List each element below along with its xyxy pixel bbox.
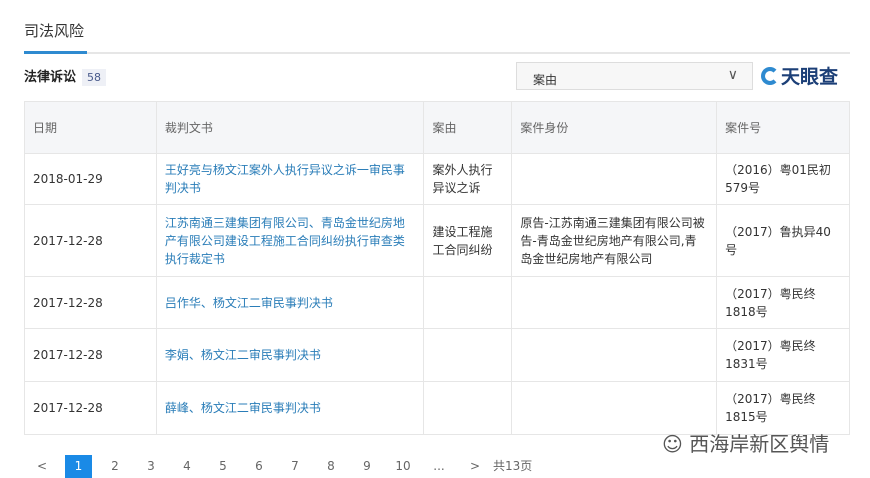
- cell-cause: [423, 276, 513, 329]
- watermark: ☺ 西海岸新区舆情: [662, 432, 830, 456]
- cell-role: [511, 328, 718, 382]
- tab-bar: 司法风险: [24, 0, 850, 54]
- cell-cause: [423, 328, 513, 382]
- pager-ellipsis: ...: [433, 459, 445, 473]
- table-row: 2017-12-28 薛峰、杨文江二审民事判决书 （2017）粤民终1815号: [24, 381, 850, 435]
- col-date: 日期: [24, 101, 157, 154]
- cell-case-no: （2016）粤01民初579号: [716, 153, 850, 205]
- cell-doc: 李娟、杨文江二审民事判决书: [155, 328, 425, 382]
- page-2-button[interactable]: 2: [97, 455, 133, 478]
- count-badge: 58: [82, 69, 107, 86]
- doc-link[interactable]: 江苏南通三建集团有限公司、青岛金世纪房地产有限公司建设工程施工合同纠纷执行审查类…: [165, 216, 405, 266]
- page-1-button[interactable]: 1: [65, 455, 92, 478]
- cell-doc: 吕作华、杨文江二审民事判决书: [155, 276, 425, 329]
- doc-link[interactable]: 王好亮与杨文江案外人执行异议之诉一审民事判决书: [165, 163, 405, 195]
- cell-date: 2017-12-28: [24, 204, 157, 277]
- cell-case-no: （2017）粤民终1831号: [716, 328, 850, 382]
- cell-doc: 王好亮与杨文江案外人执行异议之诉一审民事判决书: [155, 153, 425, 205]
- pagination: < 1 2 3 4 5 6 7 8 9 10 ... > 共13页: [24, 455, 532, 478]
- cell-role: [511, 276, 718, 329]
- table-row: 2017-12-28 李娟、杨文江二审民事判决书 （2017）粤民终1831号: [24, 328, 850, 382]
- col-role: 案件身份: [511, 101, 718, 154]
- page-9-button[interactable]: 9: [349, 455, 385, 478]
- page-10-button[interactable]: 10: [385, 455, 421, 478]
- tab-judicial-risk[interactable]: 司法风险: [24, 20, 84, 41]
- watermark-text: 西海岸新区舆情: [689, 432, 830, 456]
- cell-cause: [423, 381, 513, 435]
- cause-filter-select[interactable]: 案由 ∨: [516, 62, 753, 90]
- lawsuit-table: 日期 裁判文书 案由 案件身份 案件号 2018-01-29 王好亮与杨文江案外…: [24, 101, 850, 435]
- select-value: 案由: [533, 73, 558, 87]
- section-label: 法律诉讼: [24, 70, 77, 85]
- chevron-down-icon: ∨: [727, 67, 738, 83]
- next-page-button[interactable]: >: [457, 455, 493, 478]
- table-row: 2017-12-28 吕作华、杨文江二审民事判决书 （2017）粤民终1818号: [24, 276, 850, 329]
- cell-case-no: （2017）粤民终1818号: [716, 276, 850, 329]
- tianyancha-logo: 天眼查: [761, 62, 838, 89]
- col-doc: 裁判文书: [155, 101, 425, 154]
- page-4-button[interactable]: 4: [169, 455, 205, 478]
- cell-date: 2017-12-28: [24, 328, 157, 382]
- doc-link[interactable]: 李娟、杨文江二审民事判决书: [165, 348, 321, 362]
- cell-role: [511, 153, 718, 205]
- cell-case-no: （2017）粤民终1815号: [716, 381, 850, 435]
- table-row: 2017-12-28 江苏南通三建集团有限公司、青岛金世纪房地产有限公司建设工程…: [24, 204, 850, 277]
- total-pages: 共13页: [493, 459, 533, 473]
- page-8-button[interactable]: 8: [313, 455, 349, 478]
- prev-page-button[interactable]: <: [24, 455, 60, 478]
- cell-date: 2017-12-28: [24, 276, 157, 329]
- doc-link[interactable]: 吕作华、杨文江二审民事判决书: [165, 296, 333, 310]
- logo-text: 天眼查: [781, 66, 839, 88]
- cell-doc: 江苏南通三建集团有限公司、青岛金世纪房地产有限公司建设工程施工合同纠纷执行审查类…: [155, 204, 425, 277]
- cell-date: 2017-12-28: [24, 381, 157, 435]
- cell-cause: 建设工程施工合同纠纷: [423, 204, 513, 277]
- doc-link[interactable]: 薛峰、杨文江二审民事判决书: [165, 401, 321, 415]
- cell-role: 原告-江苏南通三建集团有限公司被告-青岛金世纪房地产有限公司,青岛金世纪房地产有…: [511, 204, 718, 277]
- page-3-button[interactable]: 3: [133, 455, 169, 478]
- section-title: 法律诉讼 58: [24, 66, 107, 86]
- cell-role: [511, 381, 718, 435]
- page-7-button[interactable]: 7: [277, 455, 313, 478]
- cell-case-no: （2017）鲁执异40号: [716, 204, 850, 277]
- cell-cause: 案外人执行异议之诉: [423, 153, 513, 205]
- col-cause: 案由: [423, 101, 513, 154]
- page-6-button[interactable]: 6: [241, 455, 277, 478]
- tab-active-indicator: [24, 51, 87, 54]
- cell-date: 2018-01-29: [24, 153, 157, 205]
- logo-icon: [761, 66, 779, 85]
- table-row: 2018-01-29 王好亮与杨文江案外人执行异议之诉一审民事判决书 案外人执行…: [24, 153, 850, 205]
- col-case-no: 案件号: [716, 101, 850, 154]
- cell-doc: 薛峰、杨文江二审民事判决书: [155, 381, 425, 435]
- page-5-button[interactable]: 5: [205, 455, 241, 478]
